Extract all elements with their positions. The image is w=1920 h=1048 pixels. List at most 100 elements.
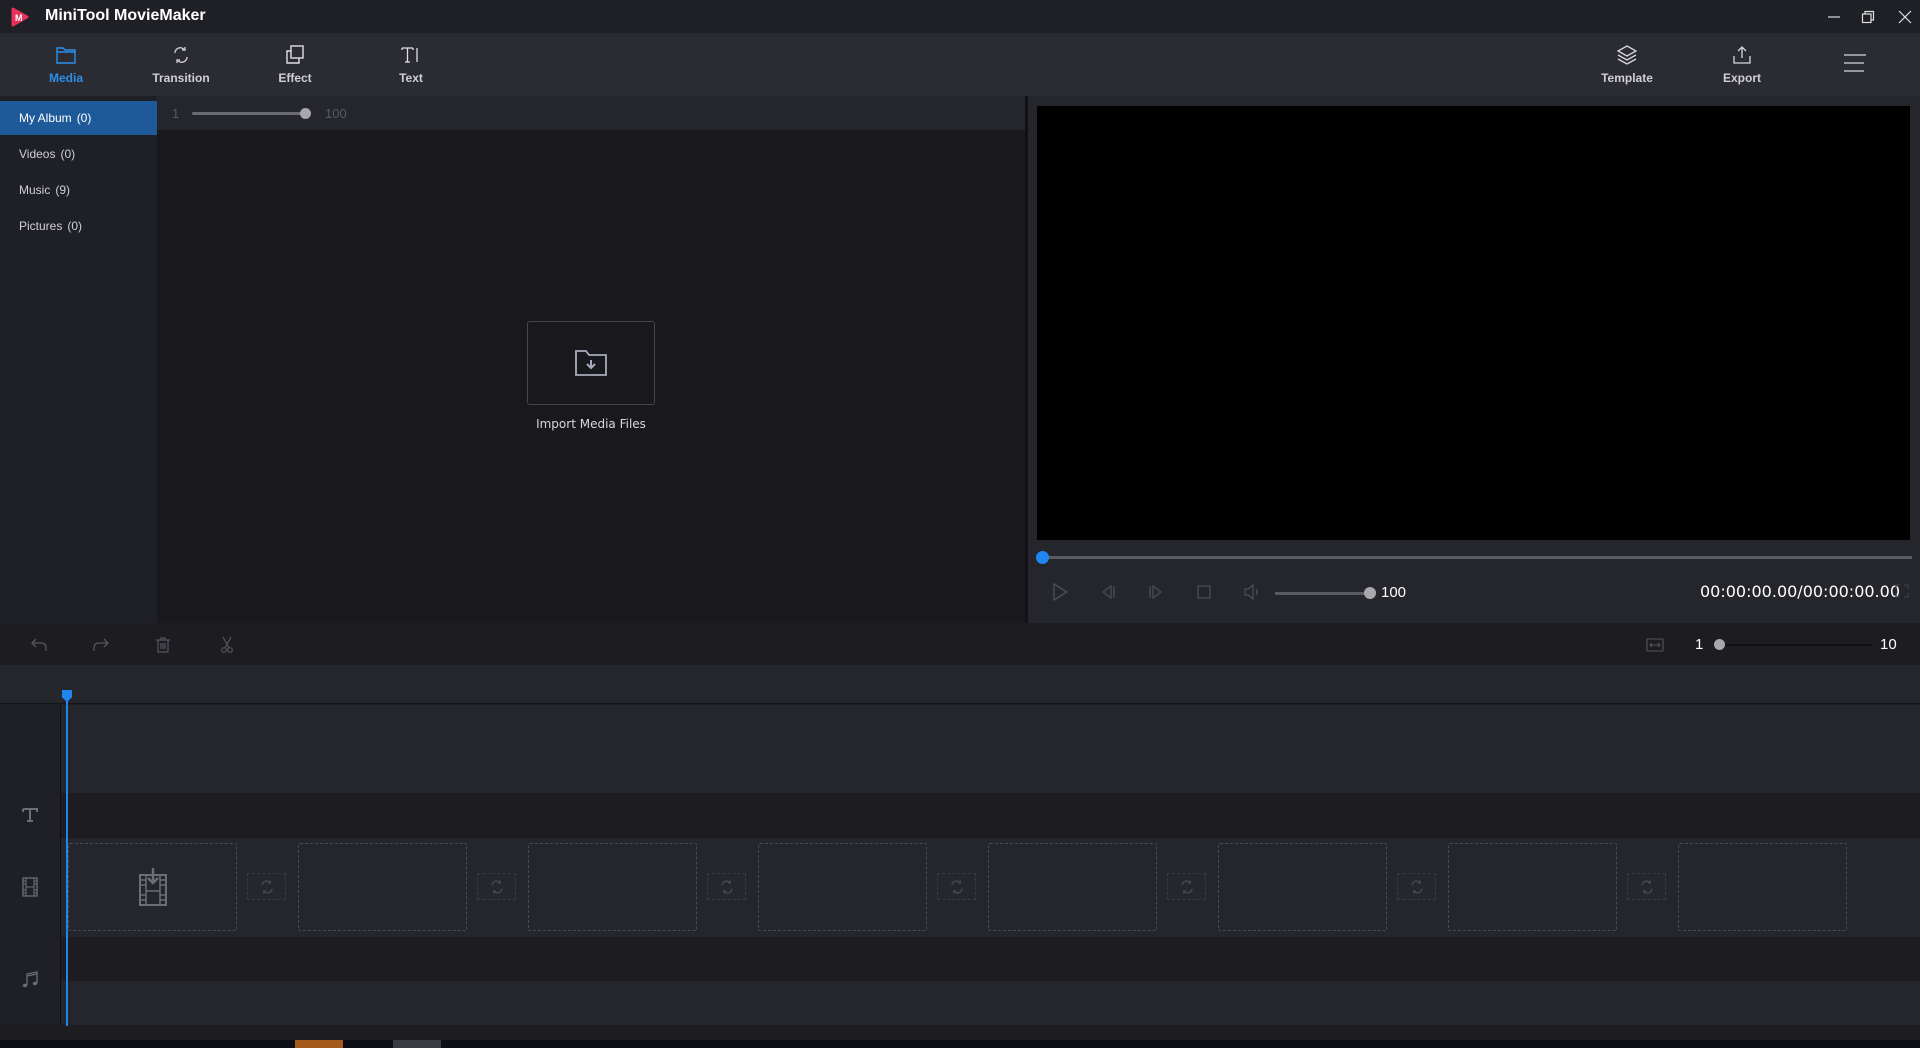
- speaker-icon: [1244, 583, 1258, 601]
- tab-text[interactable]: Text: [361, 33, 461, 96]
- sidebar-item-label: Pictures: [19, 219, 63, 233]
- import-media-button[interactable]: [527, 321, 655, 405]
- previous-frame-button[interactable]: [1095, 580, 1121, 604]
- thumb-zoom-handle[interactable]: [300, 108, 311, 119]
- transition-slot[interactable]: [707, 873, 746, 900]
- undo-icon: [31, 638, 47, 651]
- scissors-icon: [221, 636, 233, 653]
- restore-button[interactable]: [1848, 0, 1888, 33]
- transition-icon: [1640, 879, 1653, 894]
- export-button[interactable]: Export: [1692, 33, 1792, 96]
- transition-slot[interactable]: [1397, 873, 1436, 900]
- thumb-zoom-max: 100: [325, 106, 347, 121]
- video-track-icon: [22, 877, 38, 897]
- sidebar-item-videos[interactable]: Videos (0): [0, 137, 157, 171]
- close-button[interactable]: [1885, 0, 1920, 33]
- app-title: MiniTool MovieMaker: [45, 7, 206, 24]
- seek-bar[interactable]: [1043, 556, 1912, 559]
- template-label: Template: [1601, 71, 1653, 85]
- video-drop-slot[interactable]: [1678, 843, 1847, 931]
- fit-timeline-button[interactable]: [1642, 632, 1668, 658]
- sidebar-item-my-album[interactable]: My Album (0): [0, 101, 157, 135]
- split-button[interactable]: [214, 632, 240, 658]
- main-menu-button[interactable]: [1843, 52, 1869, 74]
- audio-track-header: [16, 966, 44, 994]
- volume-button[interactable]: [1239, 580, 1265, 604]
- video-drop-slot[interactable]: [1448, 843, 1617, 931]
- next-frame-button[interactable]: [1143, 580, 1169, 604]
- preview-screen: [1037, 106, 1910, 540]
- audio-track-icon: [22, 971, 38, 988]
- timeline-zoom-slider[interactable]: [1720, 644, 1872, 646]
- svg-text:M: M: [15, 13, 23, 23]
- transition-icon: [950, 879, 963, 894]
- restore-icon: [1861, 10, 1875, 23]
- playhead-line: [66, 700, 68, 1026]
- transition-icon: [490, 879, 503, 894]
- taskbar-app-tile[interactable]: [393, 1040, 441, 1048]
- sidebar-item-label: Music: [19, 183, 51, 197]
- transition-slot[interactable]: [1167, 873, 1206, 900]
- timeline-ruler[interactable]: [0, 665, 1920, 704]
- transition-slot[interactable]: [937, 873, 976, 900]
- transition-icon: [720, 879, 733, 894]
- tab-media[interactable]: Media: [16, 33, 116, 96]
- media-category-sidebar: My Album (0) Videos (0) Music (9) Pictur…: [0, 96, 157, 623]
- video-drop-slot-first[interactable]: [68, 843, 237, 931]
- video-drop-slot[interactable]: [1218, 843, 1387, 931]
- tab-transition[interactable]: Transition: [131, 33, 231, 96]
- folder-icon: [56, 47, 76, 64]
- undo-button[interactable]: [26, 632, 52, 658]
- play-icon: [1053, 582, 1069, 602]
- os-taskbar: [0, 1040, 1920, 1048]
- sidebar-item-pictures[interactable]: Pictures (0): [0, 209, 157, 243]
- video-drop-slot[interactable]: [298, 843, 467, 931]
- redo-button[interactable]: [88, 632, 114, 658]
- transition-icon: [174, 47, 188, 63]
- transition-slot[interactable]: [477, 873, 516, 900]
- seek-handle[interactable]: [1036, 551, 1049, 564]
- volume-handle[interactable]: [1364, 587, 1376, 599]
- tab-media-label: Media: [48, 71, 83, 85]
- previous-frame-icon: [1101, 584, 1115, 600]
- tab-effect[interactable]: Effect: [245, 33, 345, 96]
- overlay-track[interactable]: [61, 705, 1920, 793]
- redo-icon: [93, 638, 109, 651]
- taskbar-app-tile[interactable]: [295, 1040, 343, 1048]
- delete-button[interactable]: [150, 632, 176, 658]
- text-icon: [401, 47, 418, 63]
- timeline-zoom-handle[interactable]: [1714, 639, 1725, 650]
- audio-track[interactable]: [61, 937, 1920, 981]
- volume-value: 100: [1381, 584, 1407, 601]
- play-button[interactable]: [1047, 580, 1073, 604]
- timeline-zoom-max: 10: [1880, 636, 1897, 653]
- import-folder-icon: [575, 350, 607, 376]
- volume-slider[interactable]: [1275, 592, 1370, 595]
- transition-icon: [1180, 879, 1193, 894]
- timecode: 00:00:00.00/00:00:00.00: [1700, 582, 1900, 601]
- next-frame-icon: [1149, 584, 1163, 600]
- text-track[interactable]: [61, 793, 1920, 838]
- close-icon: [1898, 10, 1912, 23]
- transition-slot[interactable]: [1627, 873, 1666, 900]
- add-video-icon: [138, 868, 167, 906]
- video-drop-slot[interactable]: [758, 843, 927, 931]
- thumb-zoom-slider[interactable]: [192, 112, 305, 115]
- sidebar-item-count: (0): [76, 111, 92, 125]
- title-bar: [0, 0, 1920, 33]
- sidebar-item-music[interactable]: Music (9): [0, 173, 157, 207]
- delete-icon: [156, 637, 170, 653]
- timeline-bottom: [0, 1025, 1920, 1040]
- video-drop-slot[interactable]: [988, 843, 1157, 931]
- fullscreen-icon[interactable]: [1895, 584, 1909, 598]
- audio-track-lower[interactable]: [61, 981, 1920, 1025]
- sidebar-item-count: (0): [67, 219, 83, 233]
- app-logo-icon: M: [11, 7, 29, 27]
- transition-slot[interactable]: [247, 873, 286, 900]
- video-track-header: [16, 873, 44, 901]
- template-button[interactable]: Template: [1577, 33, 1677, 96]
- text-track-header: [16, 801, 44, 829]
- stop-button[interactable]: [1191, 580, 1217, 604]
- video-drop-slot[interactable]: [528, 843, 697, 931]
- effect-icon: [286, 45, 304, 64]
